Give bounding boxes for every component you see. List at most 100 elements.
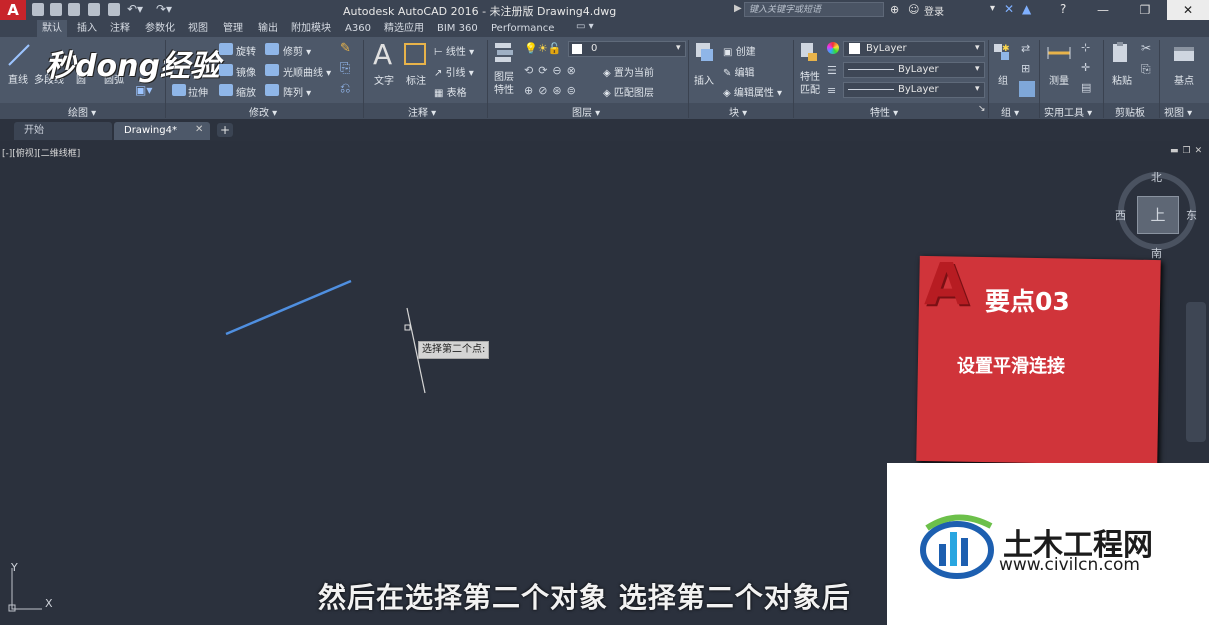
point-style-icon[interactable]: ✛: [1081, 61, 1090, 74]
search-input[interactable]: 键入关键字或短语: [744, 2, 884, 17]
navigation-bar[interactable]: [1186, 302, 1206, 442]
undo-icon[interactable]: ↶▾: [127, 2, 143, 16]
linear-dimension-tool[interactable]: ⊢ 线性 ▾: [434, 43, 474, 58]
text-tool-label[interactable]: 文字: [374, 72, 394, 87]
paste-tool-label[interactable]: 粘贴: [1112, 72, 1132, 87]
color-dropdown[interactable]: ByLayer: [843, 41, 985, 57]
lineweight-dropdown-arrow-icon[interactable]: ▾: [975, 84, 980, 94]
base-view-label[interactable]: 基点: [1174, 72, 1194, 87]
user-icon[interactable]: ☺: [908, 3, 919, 16]
linetype-dropdown-arrow-icon[interactable]: ▾: [975, 64, 980, 74]
login-button[interactable]: 登录: [924, 3, 944, 18]
trim-tool[interactable]: 修剪 ▾: [283, 43, 311, 58]
match-properties-icon[interactable]: [799, 41, 819, 65]
a360-icon[interactable]: ▲: [1022, 2, 1031, 16]
tab-output[interactable]: 输出: [258, 20, 278, 37]
layer-state-icons[interactable]: 💡☀🔓: [524, 42, 561, 55]
modify-panel-title[interactable]: 修改 ▾: [249, 104, 277, 119]
save-as-icon[interactable]: [88, 3, 100, 16]
clipboard-panel-title[interactable]: 剪贴板: [1115, 104, 1145, 119]
measure-icon[interactable]: [1046, 44, 1072, 62]
viewcube-top-face[interactable]: 上: [1137, 196, 1179, 234]
group-select-icon[interactable]: [1019, 81, 1035, 97]
line-tool-label[interactable]: 直线: [8, 71, 28, 86]
tab-bim360[interactable]: BIM 360: [437, 20, 478, 37]
array-tool[interactable]: 阵列 ▾: [283, 84, 311, 99]
layer-properties-label[interactable]: 图层 特性: [494, 71, 514, 97]
tab-parametric[interactable]: 参数化: [145, 20, 175, 37]
edit-attributes-tool[interactable]: ◈ 编辑属性 ▾: [723, 84, 782, 99]
stretch-tool[interactable]: 拉伸: [188, 84, 208, 99]
tab-default[interactable]: 默认: [37, 20, 67, 37]
offset-icon[interactable]: ⎌: [340, 81, 350, 96]
rotate-tool[interactable]: 旋转: [236, 43, 256, 58]
binoculars-icon[interactable]: ⊕: [890, 3, 899, 16]
tab-view[interactable]: 视图: [188, 20, 208, 37]
close-button[interactable]: ✕: [1167, 0, 1209, 20]
selected-line[interactable]: [225, 279, 352, 336]
lineweight-icon[interactable]: ≡: [827, 84, 836, 97]
scale-icon[interactable]: [219, 84, 233, 96]
open-file-icon[interactable]: [50, 3, 62, 16]
smooth-curve-tool[interactable]: 光顺曲线 ▾: [283, 64, 331, 79]
stretch-icon[interactable]: [172, 84, 186, 96]
layer-dropdown[interactable]: 0: [568, 41, 686, 57]
new-file-icon[interactable]: [32, 3, 44, 16]
compass-west[interactable]: 西: [1115, 207, 1126, 223]
insert-block-icon[interactable]: [693, 40, 715, 64]
create-block-tool[interactable]: ▣ 创建: [723, 43, 756, 58]
paste-icon[interactable]: [1110, 40, 1132, 66]
utilities-panel-title[interactable]: 实用工具 ▾: [1044, 104, 1092, 119]
tab-insert[interactable]: 插入: [77, 20, 97, 37]
insert-tool-label[interactable]: 插入: [694, 72, 714, 87]
lineweight-dropdown[interactable]: ByLayer: [843, 82, 985, 98]
leader-tool[interactable]: ↗ 引线 ▾: [434, 64, 474, 79]
block-panel-title[interactable]: 块 ▾: [729, 104, 747, 119]
properties-panel-title[interactable]: 特性 ▾: [870, 104, 898, 119]
linetype-icon[interactable]: ☰: [827, 64, 837, 77]
compass-north[interactable]: 北: [1151, 169, 1162, 185]
mirror-icon[interactable]: [219, 64, 233, 76]
new-tab-button[interactable]: +: [217, 123, 233, 137]
array-icon[interactable]: [265, 84, 279, 96]
tab-a360[interactable]: A360: [345, 20, 371, 37]
calculator-icon[interactable]: ▤: [1081, 81, 1091, 94]
edit-block-tool[interactable]: ✎ 编辑: [723, 64, 755, 79]
exchange-icon[interactable]: ✕: [1004, 2, 1014, 16]
tab-manage[interactable]: 管理: [223, 20, 243, 37]
print-icon[interactable]: [108, 3, 120, 16]
tab-performance[interactable]: Performance: [491, 20, 554, 37]
trim-icon[interactable]: [265, 43, 279, 55]
dimension-tool-label[interactable]: 标注: [406, 72, 426, 87]
measure-tool-label[interactable]: 测量: [1049, 72, 1069, 87]
save-icon[interactable]: [68, 3, 80, 16]
ungroup-icon[interactable]: ⇄: [1021, 42, 1030, 55]
help-icon[interactable]: ?: [1060, 2, 1066, 16]
erase-icon[interactable]: ✎: [340, 41, 351, 56]
quick-select-icon[interactable]: ⊹: [1081, 41, 1090, 54]
annotation-panel-title[interactable]: 注释 ▾: [408, 104, 436, 119]
draw-panel-title[interactable]: 绘图 ▾: [68, 104, 96, 119]
login-dropdown-icon[interactable]: ▾: [990, 3, 995, 14]
group-icon[interactable]: ✱: [992, 42, 1012, 64]
line-icon[interactable]: [6, 42, 32, 68]
layer-tools-row1[interactable]: ⟲⟳⊖⊗: [524, 64, 581, 77]
mirror-tool[interactable]: 镜像: [236, 64, 256, 79]
close-tab-icon[interactable]: ✕: [195, 124, 203, 135]
set-current-layer-tool[interactable]: ◈ 置为当前: [603, 64, 654, 79]
groups-panel-title[interactable]: 组 ▾: [1001, 104, 1019, 119]
table-tool[interactable]: ▦ 表格: [434, 84, 467, 99]
fillet-icon[interactable]: [265, 64, 279, 76]
rotate-icon[interactable]: [219, 43, 233, 55]
compass-east[interactable]: 东: [1186, 207, 1197, 223]
rectangle-icon[interactable]: ▣▾: [135, 83, 152, 97]
layer-properties-icon[interactable]: [493, 40, 515, 64]
compass-south[interactable]: 南: [1151, 245, 1162, 261]
color-wheel-icon[interactable]: [827, 42, 839, 54]
view-panel-title[interactable]: 视图 ▾: [1164, 104, 1192, 119]
match-layer-tool[interactable]: ◈ 匹配图层: [603, 84, 654, 99]
copy-icon[interactable]: ⎘: [340, 61, 350, 76]
group-tool-label[interactable]: 组: [998, 72, 1008, 87]
tab-addins[interactable]: 附加模块: [291, 20, 331, 37]
layer-tools-row2[interactable]: ⊕⊘⊛⊜: [524, 84, 581, 97]
